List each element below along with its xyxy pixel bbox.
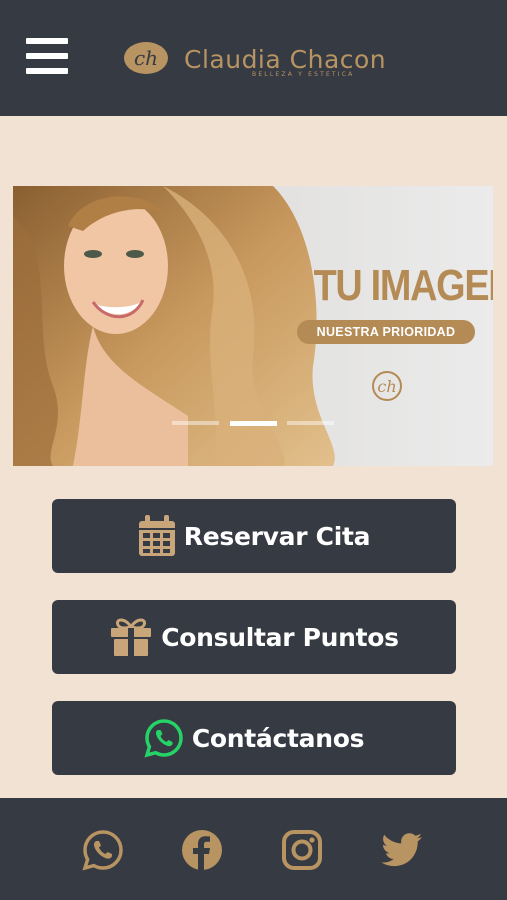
footer-twitter-icon[interactable] [380, 828, 424, 872]
brand-subtitle: BELLEZA Y ESTETICA [252, 71, 355, 78]
app-header: ch Claudia Chacon BELLEZA Y ESTETICA [0, 0, 507, 116]
brand-monogram-icon: ch [124, 42, 168, 74]
contact-us-label: Contáctanos [191, 723, 365, 753]
banner-monogram-icon: ch [372, 371, 402, 401]
reserve-appointment-label: Reservar Cita [183, 521, 371, 551]
hamburger-menu-icon[interactable] [26, 38, 68, 74]
carousel-dot-active[interactable] [230, 421, 277, 426]
carousel-dot[interactable] [172, 421, 219, 425]
hero-carousel[interactable]: TU IMAGEN NUESTRA PRIORIDAD ch [13, 186, 493, 466]
social-footer [0, 798, 507, 900]
calendar-icon [138, 515, 176, 557]
brand-name: Claudia Chacon [184, 45, 387, 74]
check-points-label: Consultar Puntos [161, 622, 399, 652]
banner-title: TU IMAGEN [313, 261, 493, 310]
whatsapp-icon [144, 718, 184, 758]
carousel-dot[interactable] [287, 421, 334, 425]
reserve-appointment-button[interactable]: Reservar Cita [52, 499, 456, 573]
contact-us-button[interactable]: Contáctanos [52, 701, 456, 775]
svg-text:ch: ch [134, 46, 158, 70]
footer-facebook-icon[interactable] [180, 828, 224, 872]
check-points-button[interactable]: Consultar Puntos [52, 600, 456, 674]
gift-icon [109, 617, 153, 657]
footer-instagram-icon[interactable] [280, 828, 324, 872]
banner-tagline: NUESTRA PRIORIDAD [297, 320, 475, 344]
svg-text:ch: ch [377, 377, 396, 396]
footer-whatsapp-icon[interactable] [81, 828, 125, 872]
